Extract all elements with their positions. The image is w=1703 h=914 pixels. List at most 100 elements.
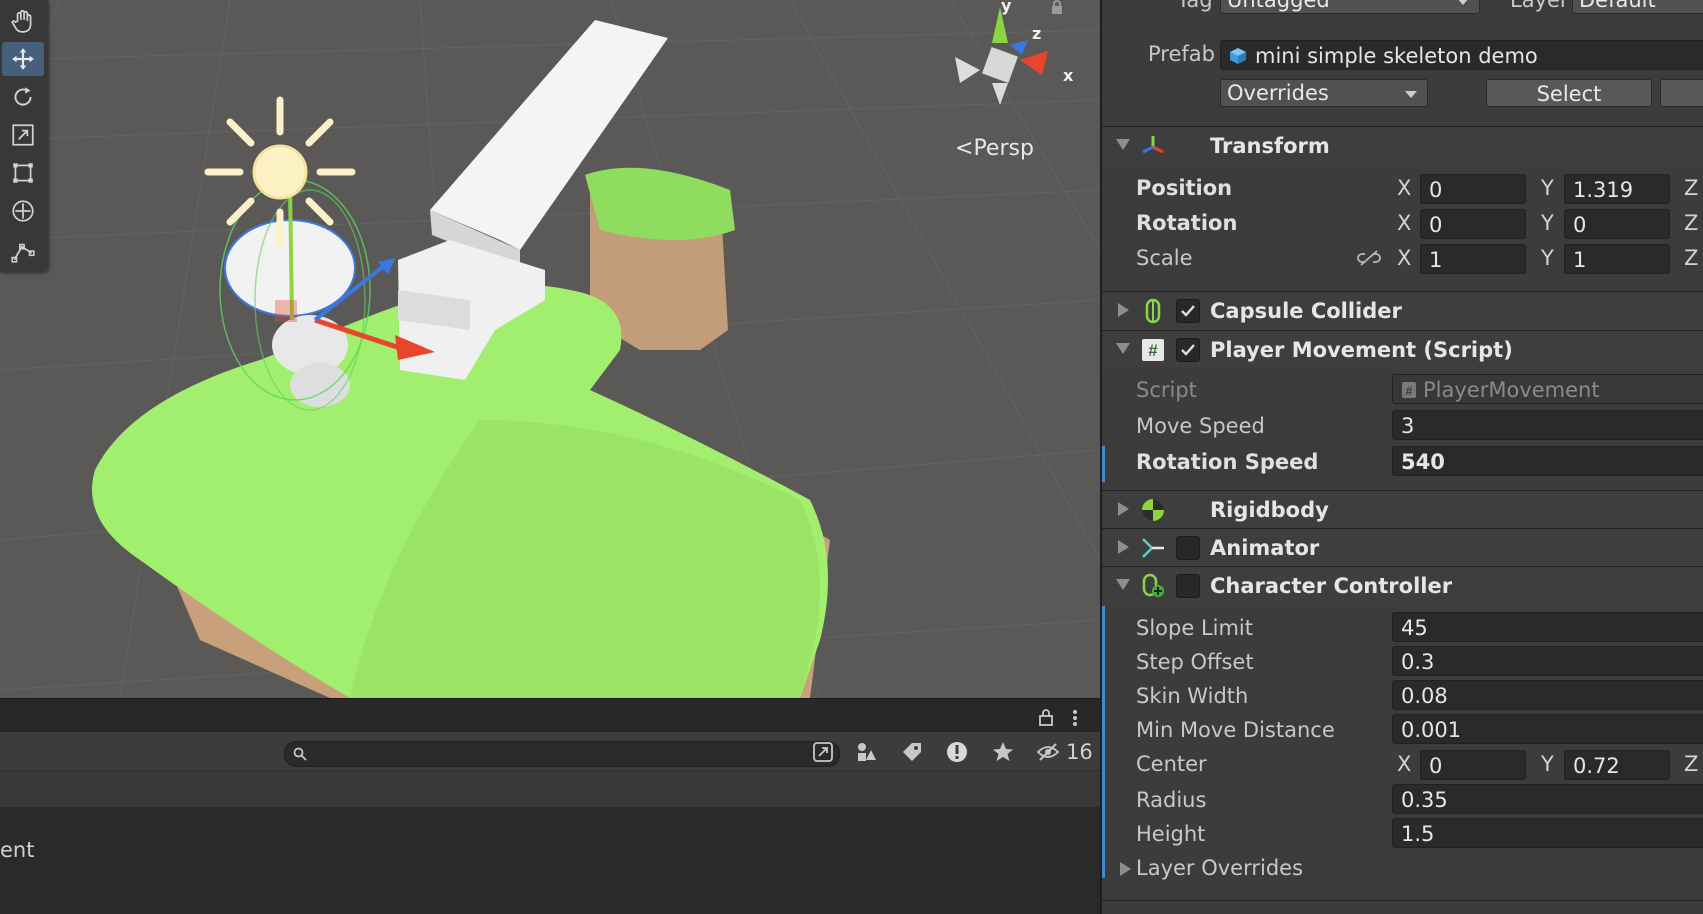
center-z-label[interactable]: Z xyxy=(1684,752,1698,776)
list-item[interactable]: ent xyxy=(0,838,34,862)
rotation-speed-label[interactable]: Rotation Speed xyxy=(1136,450,1318,474)
overrides-dropdown[interactable]: Overrides xyxy=(1220,79,1428,107)
tag-dropdown[interactable]: Untagged xyxy=(1220,0,1480,14)
scale-x-label[interactable]: X xyxy=(1397,246,1411,270)
rotation-speed-field[interactable]: 540 xyxy=(1392,446,1703,476)
rect-tool-button[interactable] xyxy=(2,156,44,190)
rigidbody-fold-arrow[interactable] xyxy=(1118,502,1129,516)
search-icon xyxy=(293,747,307,761)
prefab-field[interactable]: mini simple skeleton demo xyxy=(1220,40,1703,70)
back-platform-grass xyxy=(585,167,735,240)
animator-icon xyxy=(1142,538,1164,558)
rotation-x-field[interactable]: 0 xyxy=(1420,209,1526,239)
layer-overrides-label[interactable]: Layer Overrides xyxy=(1136,856,1303,880)
player-movement-enabled-checkbox[interactable] xyxy=(1176,338,1200,362)
scene-lock-icon[interactable] xyxy=(1050,0,1064,14)
rotation-x-label[interactable]: X xyxy=(1397,211,1411,235)
scale-x-field[interactable]: 1 xyxy=(1420,244,1526,274)
search-input[interactable] xyxy=(284,741,840,767)
transform-fold-arrow[interactable] xyxy=(1116,139,1130,150)
radius-label[interactable]: Radius xyxy=(1136,788,1206,812)
rotation-z-label[interactable]: Z xyxy=(1684,211,1698,235)
center-y-label[interactable]: Y xyxy=(1541,752,1554,776)
log-errors-toggle[interactable] xyxy=(937,737,977,767)
search-by-type-button[interactable] xyxy=(803,737,843,767)
gizmo-x-label[interactable]: x xyxy=(1063,66,1073,85)
scale-z-label[interactable]: Z xyxy=(1684,246,1698,270)
player-movement-header[interactable]: # Player Movement (Script) xyxy=(1102,330,1703,369)
capsule-collider-enabled-checkbox[interactable] xyxy=(1176,299,1200,323)
script-hash-icon: # xyxy=(1142,339,1164,361)
rotation-y-label[interactable]: Y xyxy=(1541,211,1554,235)
center-x-field[interactable]: 0 xyxy=(1420,750,1526,780)
select-button[interactable]: Select xyxy=(1486,79,1652,107)
skin-width-label[interactable]: Skin Width xyxy=(1136,684,1248,708)
move-speed-label[interactable]: Move Speed xyxy=(1136,414,1265,438)
transform-tool-button[interactable] xyxy=(2,194,44,228)
center-x-label[interactable]: X xyxy=(1397,752,1411,776)
hidden-packages-toggle[interactable] xyxy=(1028,737,1068,767)
step-offset-label[interactable]: Step Offset xyxy=(1136,650,1254,674)
slope-limit-label[interactable]: Slope Limit xyxy=(1136,616,1253,640)
rotation-label[interactable]: Rotation xyxy=(1136,211,1237,235)
height-label[interactable]: Height xyxy=(1136,822,1205,846)
slope-limit-field[interactable]: 45 xyxy=(1392,612,1703,642)
animator-header[interactable]: Animator xyxy=(1102,528,1703,567)
position-z-label[interactable]: Z xyxy=(1684,176,1698,200)
capsule-collider-header[interactable]: Capsule Collider xyxy=(1102,291,1703,330)
transform-icon xyxy=(12,200,34,222)
animator-enabled-checkbox[interactable] xyxy=(1176,536,1200,560)
open-prefab-button[interactable] xyxy=(1660,79,1703,107)
scale-tool-button[interactable] xyxy=(2,118,44,152)
transform-title: Transform xyxy=(1210,134,1330,158)
custom-tool-button[interactable] xyxy=(2,234,44,268)
position-x-label[interactable]: X xyxy=(1397,176,1411,200)
radius-field[interactable]: 0.35 xyxy=(1392,784,1703,814)
unlinked-scale-icon[interactable] xyxy=(1357,249,1381,267)
gizmo-y-label[interactable]: y xyxy=(1001,0,1011,15)
rotate-icon xyxy=(14,87,32,106)
player-movement-title: Player Movement (Script) xyxy=(1210,338,1513,362)
min-move-distance-label[interactable]: Min Move Distance xyxy=(1136,718,1335,742)
filter-by-label-button[interactable] xyxy=(892,737,932,767)
character-controller-header[interactable]: Character Controller xyxy=(1102,566,1703,605)
layer-value: Default xyxy=(1579,0,1656,12)
scale-y-label[interactable]: Y xyxy=(1541,246,1554,270)
center-y-field[interactable]: 0.72 xyxy=(1564,750,1670,780)
panel-menu-icon[interactable] xyxy=(1070,708,1080,728)
move-speed-field[interactable]: 3 xyxy=(1392,410,1703,440)
scene-view[interactable]: y z x <Persp xyxy=(0,0,1100,698)
orientation-gizmo xyxy=(955,7,1048,105)
step-offset-field[interactable]: 0.3 xyxy=(1392,646,1703,676)
panel-lock-icon[interactable] xyxy=(1038,708,1054,726)
position-y-label[interactable]: Y xyxy=(1541,176,1554,200)
favorites-button[interactable] xyxy=(983,737,1023,767)
capsule-fold-arrow[interactable] xyxy=(1118,303,1129,317)
position-y-field[interactable]: 1.319 xyxy=(1564,174,1670,204)
height-field[interactable]: 1.5 xyxy=(1392,818,1703,848)
gizmo-z-label[interactable]: z xyxy=(1032,24,1041,43)
skin-width-field[interactable]: 0.08 xyxy=(1392,680,1703,710)
layer-dropdown[interactable]: Default xyxy=(1572,0,1703,14)
filter-by-type-button[interactable] xyxy=(846,737,886,767)
layer-overrides-fold-arrow[interactable] xyxy=(1120,862,1131,876)
position-label[interactable]: Position xyxy=(1136,176,1232,200)
character-controller-fold-arrow[interactable] xyxy=(1116,579,1130,590)
player-movement-fold-arrow[interactable] xyxy=(1116,343,1130,354)
move-tool-button[interactable] xyxy=(2,42,44,76)
script-field[interactable]: # PlayerMovement xyxy=(1392,374,1703,404)
inspector-panel: Tag Untagged Layer Default Prefab mini s… xyxy=(1100,0,1703,914)
scale-y-field[interactable]: 1 xyxy=(1564,244,1670,274)
persp-toggle[interactable]: <Persp xyxy=(955,136,1034,161)
rotate-tool-button[interactable] xyxy=(2,80,44,114)
character-controller-enabled-checkbox[interactable] xyxy=(1176,574,1200,598)
position-x-field[interactable]: 0 xyxy=(1420,174,1526,204)
scale-label[interactable]: Scale xyxy=(1136,246,1193,270)
center-label[interactable]: Center xyxy=(1136,752,1207,776)
transform-header[interactable]: Transform xyxy=(1102,126,1703,165)
min-move-distance-field[interactable]: 0.001 xyxy=(1392,714,1703,744)
rigidbody-header[interactable]: Rigidbody xyxy=(1102,490,1703,529)
hand-tool-button[interactable] xyxy=(2,4,44,38)
animator-fold-arrow[interactable] xyxy=(1118,540,1129,554)
rotation-y-field[interactable]: 0 xyxy=(1564,209,1670,239)
